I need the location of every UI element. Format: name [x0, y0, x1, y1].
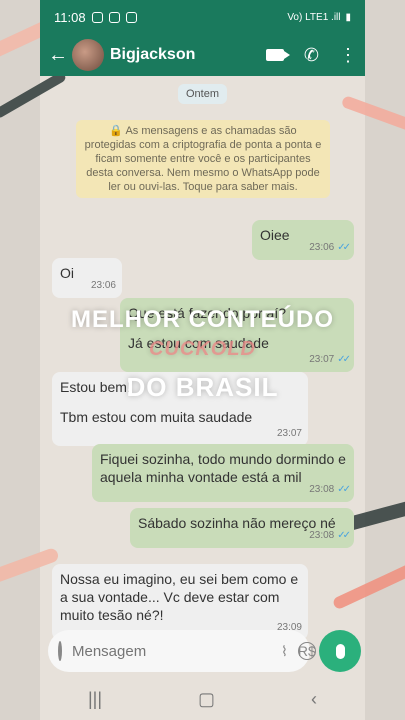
- read-ticks-icon: ✓✓: [337, 242, 351, 253]
- contact-name[interactable]: Bigjackson: [110, 46, 266, 64]
- date-chip: Ontem: [178, 84, 228, 104]
- emoji-icon[interactable]: [58, 641, 62, 661]
- system-nav-bar: ||| ▢ ‹: [40, 678, 365, 720]
- message-time: 23:08: [309, 484, 335, 495]
- overlay-subtitle: CUCKOLD: [149, 338, 256, 360]
- message-bubble[interactable]: Nossa eu imagino, eu sei bem como e a su…: [52, 564, 308, 640]
- encryption-notice[interactable]: 🔒 As mensagens e as chamadas são protegi…: [76, 120, 330, 198]
- back-nav-icon[interactable]: ‹: [311, 689, 317, 710]
- mic-icon: [335, 643, 345, 659]
- notification-icon: [91, 11, 103, 23]
- message-bubble[interactable]: Fiquei sozinha, todo mundo dormindo e aq…: [92, 444, 354, 502]
- mic-button[interactable]: [319, 630, 361, 672]
- more-options-icon[interactable]: ⋮: [339, 45, 357, 66]
- recent-apps-icon[interactable]: |||: [88, 689, 102, 710]
- notification-icon: [108, 11, 120, 23]
- message-bubble[interactable]: Oi 23:06: [52, 258, 122, 298]
- message-time: 23:06: [309, 242, 335, 253]
- read-ticks-icon: ✓✓: [337, 484, 351, 495]
- battery-icon: ▮: [345, 11, 351, 23]
- overlay-headline: MELHOR CONTEÚDO: [71, 306, 334, 333]
- attach-icon[interactable]: ⌇: [281, 643, 288, 660]
- message-time: 23:06: [90, 280, 116, 291]
- status-bar: 11:08 Vo) LTE1 .ill ▮: [40, 0, 365, 34]
- phone-call-icon[interactable]: ✆: [304, 45, 319, 66]
- back-arrow-icon[interactable]: ←: [48, 44, 70, 67]
- message-text: Sábado sozinha não mereço né: [138, 515, 336, 531]
- message-bubble[interactable]: Oiee 23:06 ✓✓: [252, 220, 354, 260]
- message-text: Nossa eu imagino, eu sei bem como e a su…: [60, 571, 299, 623]
- read-ticks-icon: ✓✓: [337, 530, 351, 541]
- status-time: 11:08: [54, 9, 86, 25]
- message-bubble[interactable]: Sábado sozinha não mereço né 23:08 ✓✓: [130, 508, 354, 548]
- message-time: 23:08: [309, 530, 335, 541]
- chat-header: ← Bigjackson ✆ ⋮: [40, 34, 365, 76]
- instagram-icon: [125, 11, 137, 23]
- message-time: 23:07: [276, 428, 302, 439]
- message-text: Tbm estou com muita saudade: [60, 409, 253, 425]
- signal-status: Vo) LTE1 .ill: [287, 11, 341, 23]
- message-composer: ⌇ R$ ◉: [48, 630, 338, 672]
- video-call-icon[interactable]: [265, 49, 290, 61]
- message-text: Oiee: [260, 227, 290, 243]
- payment-icon[interactable]: R$: [297, 642, 316, 660]
- message-text: Oi: [60, 265, 74, 281]
- message-text: Fiquei sozinha, todo mundo dormindo e aq…: [100, 451, 346, 485]
- home-icon[interactable]: ▢: [198, 689, 215, 710]
- message-input[interactable]: [72, 642, 271, 660]
- overlay-headline-bottom: DO BRASIL: [126, 372, 279, 402]
- avatar[interactable]: [72, 39, 104, 71]
